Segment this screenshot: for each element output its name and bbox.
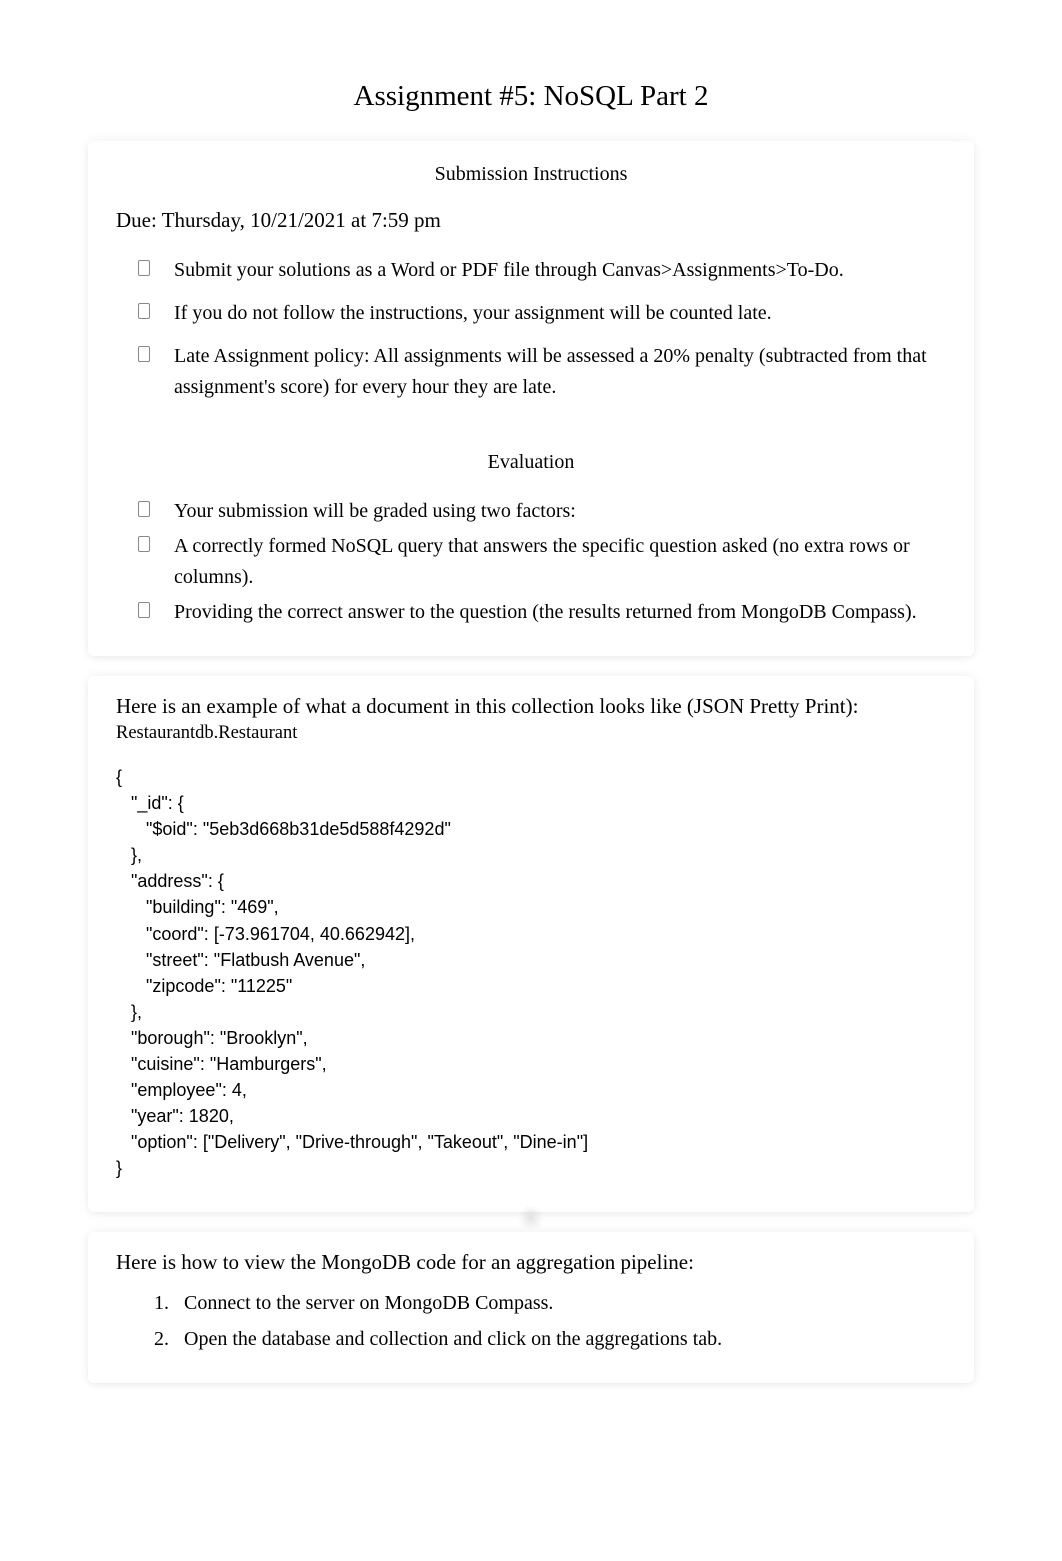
evaluation-heading: Evaluation	[116, 451, 946, 474]
list-item: Late Assignment policy: All assignments …	[138, 341, 946, 403]
list-item: Your submission will be graded using two…	[138, 496, 946, 527]
evaluation-bullets: Your submission will be graded using two…	[116, 496, 946, 628]
watermark-blur	[518, 1205, 544, 1231]
list-item: Connect to the server on MongoDB Compass…	[174, 1287, 946, 1319]
pipeline-intro: Here is how to view the MongoDB code for…	[116, 1250, 946, 1275]
instructions-card: Submission Instructions Due: Thursday, 1…	[88, 141, 974, 656]
assignment-title: Assignment #5: NoSQL Part 2	[60, 80, 1002, 113]
list-item: Submit your solutions as a Word or PDF f…	[138, 255, 946, 286]
example-card: Here is an example of what a document in…	[88, 676, 974, 1212]
due-date: Due: Thursday, 10/21/2021 at 7:59 pm	[116, 208, 946, 233]
pipeline-card: Here is how to view the MongoDB code for…	[88, 1232, 974, 1383]
json-example: { "_id": { "$oid": "5eb3d668b31de5d588f4…	[116, 764, 946, 1182]
page: Assignment #5: NoSQL Part 2 Submission I…	[0, 0, 1062, 1383]
collection-name: Restaurantdb.Restaurant	[116, 723, 946, 744]
list-item: If you do not follow the instructions, y…	[138, 298, 946, 329]
list-item: Providing the correct answer to the ques…	[138, 597, 946, 628]
submission-bullets: Submit your solutions as a Word or PDF f…	[116, 255, 946, 403]
list-item: A correctly formed NoSQL query that answ…	[138, 531, 946, 593]
submission-heading: Submission Instructions	[116, 163, 946, 186]
list-item: Open the database and collection and cli…	[174, 1323, 946, 1355]
example-intro: Here is an example of what a document in…	[116, 694, 946, 719]
pipeline-steps: Connect to the server on MongoDB Compass…	[116, 1287, 946, 1355]
